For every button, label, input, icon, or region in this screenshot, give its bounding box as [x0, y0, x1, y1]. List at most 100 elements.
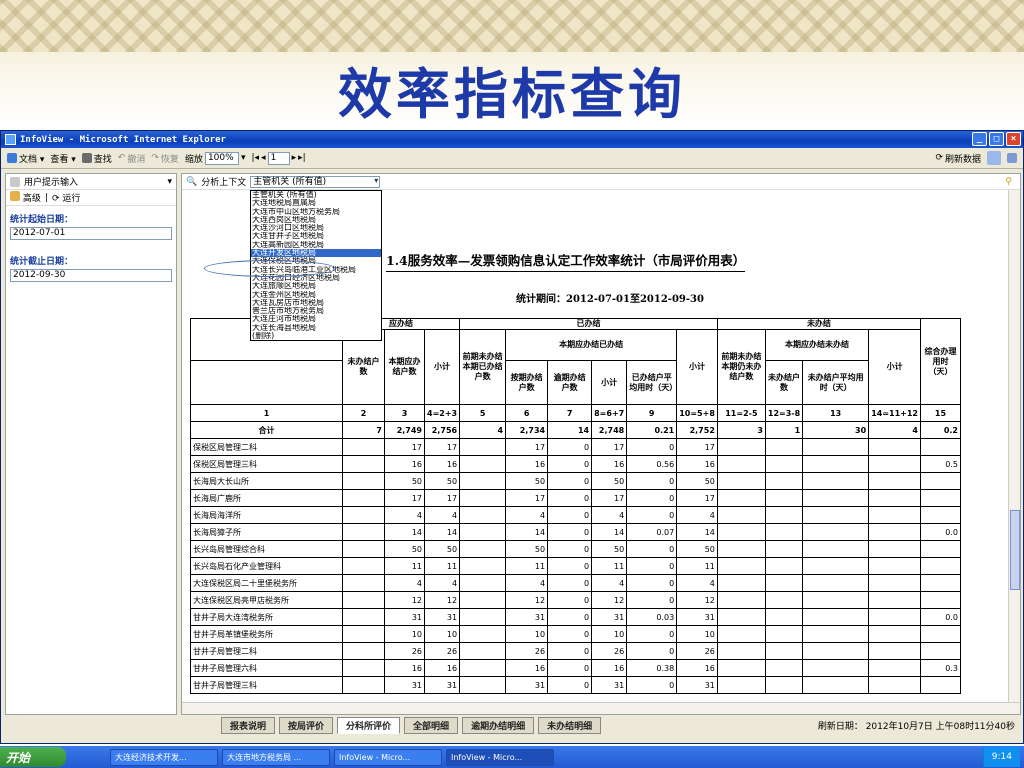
data-cell: [802, 472, 870, 490]
data-cell: 0: [547, 574, 593, 592]
table-row: 长海局广鹿所 17 17 17 0 17 0 17: [190, 489, 961, 507]
advanced-button[interactable]: 高级: [10, 191, 41, 204]
data-cell: [342, 676, 385, 694]
data-cell: [868, 574, 921, 592]
chevron-down-icon[interactable]: ▾: [167, 177, 172, 187]
data-cell: 0.21: [626, 421, 678, 439]
report-tab[interactable]: 按局评价: [279, 716, 334, 734]
context-option[interactable]: 大连市中山区地方税务局: [251, 208, 381, 216]
data-cell: [920, 574, 961, 592]
row-label-cell: 1: [190, 404, 343, 422]
data-cell: 0: [547, 676, 593, 694]
data-cell: 4: [591, 574, 628, 592]
context-option[interactable]: 普兰店市地方税务局: [251, 307, 381, 315]
run-button[interactable]: ⟳ 运行: [52, 191, 80, 204]
row-label-cell: 保税区局管理三科: [190, 455, 343, 473]
context-option[interactable]: 大连长海县地税局: [251, 324, 381, 332]
context-icon: 🔍: [186, 176, 198, 187]
context-option[interactable]: 大连金州区地税局: [251, 291, 381, 299]
filter-icon[interactable]: ⚲: [1005, 177, 1020, 187]
undo-button[interactable]: ↶ 撤消: [118, 152, 146, 165]
zoom-input[interactable]: 100%: [204, 151, 239, 165]
data-cell: 12: [676, 591, 718, 609]
data-cell: [459, 489, 507, 507]
data-cell: [716, 438, 766, 456]
data-cell: 4: [676, 506, 718, 524]
context-option[interactable]: 大连开发区地税局: [251, 249, 381, 258]
context-option[interactable]: 大连高新园区地税局: [251, 241, 381, 249]
data-cell: [764, 523, 804, 541]
view-menu[interactable]: 查看 ▾: [50, 152, 75, 165]
table-row: 长海局大长山所 50 50 50 0 50 0 50: [190, 472, 961, 490]
vertical-scrollbar[interactable]: [1008, 190, 1020, 702]
close-button[interactable]: ×: [1006, 132, 1021, 146]
document-menu[interactable]: 文档 ▾: [7, 152, 44, 165]
first-page-icon[interactable]: |◂: [251, 153, 259, 163]
panel-toggle-icon[interactable]: [987, 151, 1001, 165]
data-cell: [342, 523, 385, 541]
data-cell: 31: [423, 676, 461, 694]
data-cell: 50: [676, 472, 718, 490]
data-cell: [764, 489, 804, 507]
horizontal-scrollbar[interactable]: [182, 702, 1020, 714]
data-cell: 17: [384, 489, 425, 507]
prev-page-icon[interactable]: ◂: [261, 153, 266, 163]
data-cell: [868, 523, 921, 541]
page-input[interactable]: 1: [267, 151, 290, 165]
data-cell: 10: [384, 625, 425, 643]
report-tab[interactable]: 逾期办结明细: [462, 716, 535, 734]
binoculars-icon: [81, 153, 92, 163]
zoom-dropdown-icon[interactable]: ▾: [241, 153, 246, 163]
context-option[interactable]: 大连西岗区地税局: [251, 216, 381, 224]
document-label: 文档 ▾: [19, 154, 45, 165]
report-tab[interactable]: 分科所评价: [337, 716, 401, 734]
context-option[interactable]: 主管机关 (所有值): [251, 191, 381, 199]
context-select[interactable]: 主管机关 (所有值): [250, 175, 381, 188]
table-row: 保税区局管理二科 17 17 17 0 17 0 17: [190, 438, 961, 456]
taskbar-item[interactable]: InfoView - Micro...: [446, 748, 554, 766]
data-cell: [716, 455, 766, 473]
data-cell: [459, 659, 507, 677]
find-button[interactable]: 查找: [81, 152, 112, 165]
context-option[interactable]: 大连甘井子区地税局: [251, 232, 381, 240]
maximize-button[interactable]: □: [989, 132, 1004, 146]
th-subtotal-done: 小计: [676, 329, 718, 405]
clock: 9:14: [991, 752, 1012, 762]
refresh-data-button[interactable]: ⟳ 刷新数据: [935, 152, 981, 165]
taskbar-item[interactable]: InfoView - Micro...: [334, 748, 442, 766]
data-cell: 0: [547, 625, 593, 643]
fullscreen-icon[interactable]: [1007, 153, 1017, 163]
th-overdue: 逾期办结户数: [547, 360, 593, 405]
window-titlebar[interactable]: InfoView - Microsoft Internet Explorer _…: [1, 131, 1023, 148]
start-date-field[interactable]: 2012-07-01: [10, 227, 172, 240]
report-tab[interactable]: 全部明细: [404, 716, 459, 734]
context-option[interactable]: 大连沙河口区地税局: [251, 224, 381, 232]
restore-button[interactable]: ↷ 恢复: [151, 152, 179, 165]
data-cell: 50: [384, 472, 425, 490]
context-option[interactable]: 大连瓦房店市地税局: [251, 299, 381, 307]
data-cell: 3: [384, 404, 425, 422]
next-page-icon[interactable]: ▸: [292, 153, 297, 163]
data-cell: 14: [505, 523, 549, 541]
start-button[interactable]: 开始: [0, 747, 66, 767]
context-option[interactable]: 大连庄河市地税局: [251, 315, 381, 323]
scroll-thumb[interactable]: [1010, 510, 1020, 590]
report-tab[interactable]: 未办结明细: [538, 716, 602, 734]
data-cell: [764, 472, 804, 490]
taskbar-item[interactable]: 大连经济技术开发...: [110, 748, 218, 766]
minimize-button[interactable]: _: [972, 132, 987, 146]
data-cell: 50: [591, 540, 628, 558]
data-cell: 0: [626, 506, 678, 524]
last-page-icon[interactable]: ▸|: [298, 153, 306, 163]
context-option[interactable]: 大连地税局直属局: [251, 199, 381, 207]
end-date-field[interactable]: 2012-09-30: [10, 269, 172, 282]
row-label-cell: 甘井子局管理三科: [190, 676, 343, 694]
report-tab[interactable]: 报表说明: [221, 716, 276, 734]
taskbar-item[interactable]: 大连市地方税务局 ...: [222, 748, 330, 766]
user-prompt-header[interactable]: 用户提示输入 ▾: [6, 174, 176, 190]
context-option[interactable]: (删除): [251, 332, 381, 340]
row-label-cell: 大连保税区局亮甲店税务所: [190, 591, 343, 609]
data-cell: 7: [342, 421, 385, 439]
context-option[interactable]: 大连旅顺区地税局: [251, 282, 381, 290]
data-cell: [342, 574, 385, 592]
